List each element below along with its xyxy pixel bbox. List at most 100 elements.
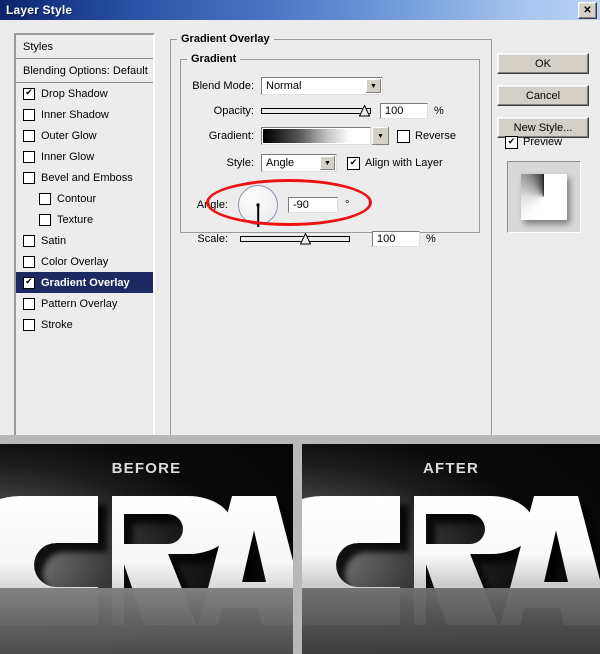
style-item-label: Outer Glow [41,129,97,142]
style-item-label: Satin [41,234,67,247]
angle-unit: ° [345,199,350,211]
blending-options-row[interactable]: Blending Options: Default [16,59,153,83]
align-with-layer-checkbox[interactable]: ✔ [347,156,360,170]
blend-mode-select[interactable]: Normal ▼ [261,77,383,95]
gradient-preview-bar[interactable] [261,127,371,145]
after-label: AFTER [423,460,479,477]
style-select[interactable]: Angle ▼ [261,154,337,172]
checkbox-icon[interactable] [39,213,51,226]
layer-style-dialog: Layer Style ✕ Styles Blending Options: D… [0,0,600,654]
opacity-slider-thumb[interactable] [359,105,370,117]
preview-toggle-row[interactable]: ✔ Preview [505,132,595,152]
dialog-body: Styles Blending Options: Default ✔ Drop … [0,20,600,439]
gradient-label: Gradient: [208,130,254,142]
style-item-contour[interactable]: Contour [16,188,153,209]
style-item-label: Stroke [41,318,73,331]
style-item-pattern-overlay[interactable]: Pattern Overlay [16,293,153,314]
style-item-bevel-and-emboss[interactable]: Bevel and Emboss [16,167,153,188]
angle-label: Angle: [196,199,228,211]
gradient-group-title: Gradient [191,53,237,65]
style-label: Style: [226,157,254,169]
style-value: Angle [266,157,295,169]
checkbox-icon[interactable] [23,171,35,184]
styles-list: Styles Blending Options: Default ✔ Drop … [14,33,155,437]
opacity-input[interactable]: 100 [380,103,428,119]
style-item-label: Color Overlay [41,255,109,268]
style-preview-swatch [521,174,567,220]
close-icon[interactable]: ✕ [578,2,597,19]
opacity-slider-track [261,108,371,114]
window-title-bar: Layer Style ✕ [0,0,600,20]
scale-slider-thumb[interactable] [300,233,311,245]
checkbox-icon[interactable]: ✔ [23,87,35,100]
angle-dial[interactable] [238,185,278,227]
style-item-color-overlay[interactable]: Color Overlay [16,251,153,272]
window-title: Layer Style [6,3,73,17]
checkbox-icon[interactable] [39,192,51,205]
scale-value: 100 [377,233,396,245]
checkbox-icon[interactable] [23,255,35,268]
gradient-overlay-group-title: Gradient Overlay [181,33,270,45]
scale-slider[interactable] [240,232,350,246]
checkbox-icon[interactable] [23,297,35,310]
angle-value: -90 [293,199,309,211]
style-item-satin[interactable]: Satin [16,230,153,251]
cancel-button[interactable]: Cancel [497,85,589,106]
after-floor [302,588,600,654]
chevron-down-icon[interactable]: ▼ [366,79,381,93]
blend-mode-label: Blend Mode: [192,80,254,92]
angle-input[interactable]: -90 [288,197,338,213]
scale-slider-track [240,236,350,242]
scale-unit: % [426,233,436,245]
style-item-drop-shadow[interactable]: ✔ Drop Shadow [16,83,153,104]
style-item-texture[interactable]: Texture [16,209,153,230]
style-item-stroke[interactable]: Stroke [16,314,153,335]
style-item-inner-glow[interactable]: Inner Glow [16,146,153,167]
styles-list-header-label: Styles [23,40,53,53]
style-item-inner-shadow[interactable]: Inner Shadow [16,104,153,125]
style-item-outer-glow[interactable]: Outer Glow [16,125,153,146]
chevron-down-icon[interactable]: ▼ [320,156,335,170]
style-item-label: Pattern Overlay [41,297,118,310]
opacity-slider[interactable] [261,104,371,118]
before-floor [0,588,293,654]
preview-checkbox[interactable]: ✔ [505,135,518,149]
checkbox-icon[interactable] [23,108,35,121]
reverse-checkbox[interactable] [397,129,410,143]
chevron-down-icon[interactable]: ▼ [372,127,389,145]
opacity-unit: % [434,105,444,117]
preview-label: Preview [523,136,563,148]
checkbox-icon[interactable] [23,129,35,142]
align-with-layer-label: Align with Layer [365,157,443,169]
styles-list-header[interactable]: Styles [16,35,153,59]
style-item-label: Bevel and Emboss [41,171,133,184]
opacity-value: 100 [385,105,404,117]
before-label: BEFORE [111,460,182,477]
before-pane: BEFORE [0,444,293,654]
ok-button[interactable]: OK [497,53,589,74]
angle-dial-needle [257,205,259,227]
gradient-overlay-settings: Gradient Overlay Gradient Blend Mode: No… [170,33,492,439]
checkbox-icon[interactable] [23,318,35,331]
style-item-label: Inner Shadow [41,108,109,121]
blending-options-label: Blending Options: Default [23,64,148,77]
style-item-label: Drop Shadow [41,87,108,100]
style-item-gradient-overlay[interactable]: ✔ Gradient Overlay [16,272,153,293]
checkbox-icon[interactable]: ✔ [23,276,35,289]
opacity-label: Opacity: [213,105,254,117]
style-item-label: Texture [57,213,94,226]
style-item-label: Contour [57,192,97,205]
after-pane: AFTER [302,444,600,654]
checkbox-icon[interactable] [23,234,35,247]
checkbox-icon[interactable] [23,150,35,163]
reverse-label: Reverse [415,130,456,142]
scale-input[interactable]: 100 [372,231,420,247]
gradient-preview-fill [263,129,369,143]
angle-dial-hub [256,203,260,207]
blend-mode-value: Normal [266,80,302,92]
style-item-label: Gradient Overlay [41,276,130,289]
comparison-strip: BEFORE AFTER [0,435,600,654]
scale-label: Scale: [197,233,228,245]
style-preview-thumbnail [507,161,581,233]
style-item-label: Inner Glow [41,150,95,163]
